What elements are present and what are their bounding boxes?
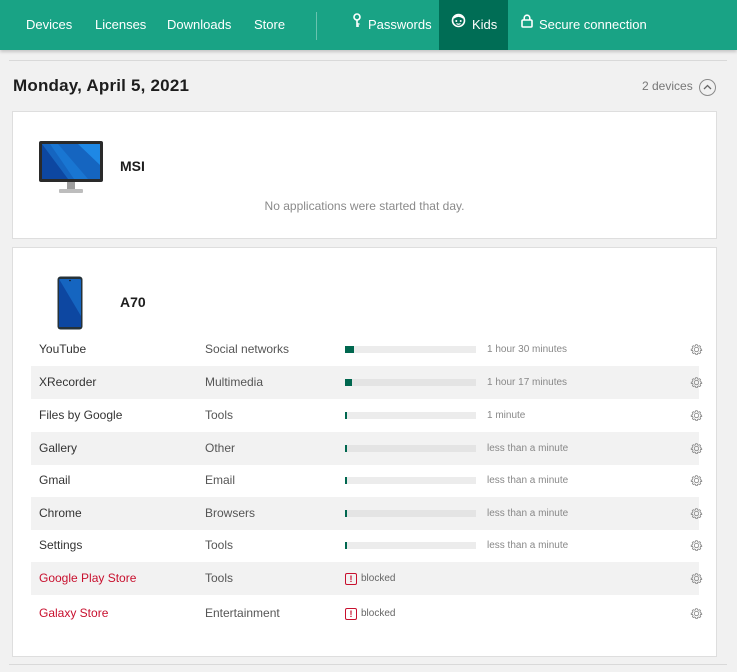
date-heading: Monday, April 5, 2021 [13,76,190,95]
kids-icon [451,0,466,49]
device-card-msi: MSI No applications were started that da… [12,111,717,239]
phone-icon [57,276,83,335]
gear-icon[interactable] [689,473,704,491]
app-name: Gmail [39,473,71,487]
app-category: Other [205,441,236,455]
app-row: Gmail Email less than a minute [31,464,703,497]
nav-kids-label: Kids [472,17,498,32]
nav-devices[interactable]: Devices [26,0,72,50]
usage-bar [345,542,476,549]
usage-time: less than a minute [487,540,569,551]
lock-icon [521,0,533,49]
gear-icon[interactable] [689,375,704,393]
usage-bar [345,445,476,452]
top-navigation: Devices Licenses Downloads Store Passwor… [0,0,737,50]
device-card-a70: A70 YouTube Social networks 1 hour 30 mi… [12,247,717,657]
usage-bar [345,346,476,353]
usage-time: 1 hour 17 minutes [487,377,568,388]
app-category: Tools [205,571,234,585]
app-row: YouTube Social networks 1 hour 30 minute… [31,333,703,366]
blocked-status: ! blocked [345,572,395,585]
app-row-blocked: Google Play Store Tools ! blocked [31,562,703,595]
nav-licenses[interactable]: Licenses [95,0,146,50]
device-name: MSI [120,158,145,174]
gear-icon[interactable] [689,408,704,426]
nav-passwords[interactable]: Passwords [352,0,432,50]
gear-icon[interactable] [689,506,704,524]
app-name: YouTube [39,342,87,356]
device-name: A70 [120,294,146,310]
nav-kids[interactable]: Kids [451,0,497,50]
device-count: 2 devices [642,79,693,93]
blocked-label: blocked [361,608,396,620]
warning-icon: ! [345,607,357,620]
usage-bar-fill [345,510,347,517]
section-divider [9,60,727,61]
nav-downloads[interactable]: Downloads [167,0,231,50]
empty-state-message: No applications were started that day. [264,199,465,213]
blocked-status: ! blocked [345,607,395,620]
nav-passwords-label: Passwords [368,17,432,32]
usage-time: 1 minute [487,410,526,421]
nav-divider [316,12,317,40]
usage-time: less than a minute [487,443,569,454]
app-row-blocked: Galaxy Store Entertainment ! blocked [31,597,703,630]
usage-bar-fill [345,477,347,484]
gear-icon[interactable] [689,538,704,556]
nav-secure-connection[interactable]: Secure connection [521,0,647,50]
app-name: Google Play Store [39,571,137,585]
blocked-label: blocked [361,573,396,585]
app-name: Chrome [39,506,82,520]
app-category: Tools [205,408,234,422]
app-name: Settings [39,538,83,552]
usage-bar-fill [345,445,347,452]
gear-icon[interactable] [689,441,704,459]
app-row: Files by Google Tools 1 minute [31,399,703,432]
app-category: Entertainment [205,606,280,620]
nav-secure-connection-label: Secure connection [539,17,647,32]
usage-bar-fill [345,346,354,353]
app-category: Browsers [205,506,256,520]
app-row: Gallery Other less than a minute [31,432,703,465]
usage-bar [345,510,476,517]
monitor-icon [38,140,104,201]
usage-time: 1 hour 30 minutes [487,344,568,355]
app-name: Galaxy Store [39,606,109,620]
warning-icon: ! [345,572,357,585]
usage-bar-fill [345,412,347,419]
usage-bar [345,412,476,419]
app-category: Email [205,473,236,487]
gear-icon[interactable] [689,571,704,589]
app-category: Tools [205,538,234,552]
app-name: Gallery [39,441,78,455]
app-category: Social networks [205,342,290,356]
chevron-up-icon [703,84,712,90]
gear-icon[interactable] [689,606,704,624]
app-name: XRecorder [39,375,97,389]
section-divider [9,664,727,665]
usage-time: less than a minute [487,475,569,486]
app-row: Chrome Browsers less than a minute [31,497,703,530]
key-icon [352,0,362,49]
usage-bar-fill [345,542,347,549]
usage-time: less than a minute [487,508,569,519]
gear-icon[interactable] [689,342,704,360]
app-category: Multimedia [205,375,264,389]
app-row: Settings Tools less than a minute [31,529,703,562]
app-row: XRecorder Multimedia 1 hour 17 minutes [31,366,703,399]
usage-bar-fill [345,379,352,386]
usage-bar [345,379,476,386]
app-name: Files by Google [39,408,123,422]
collapse-button[interactable] [699,79,716,96]
usage-bar [345,477,476,484]
nav-store[interactable]: Store [254,0,285,50]
